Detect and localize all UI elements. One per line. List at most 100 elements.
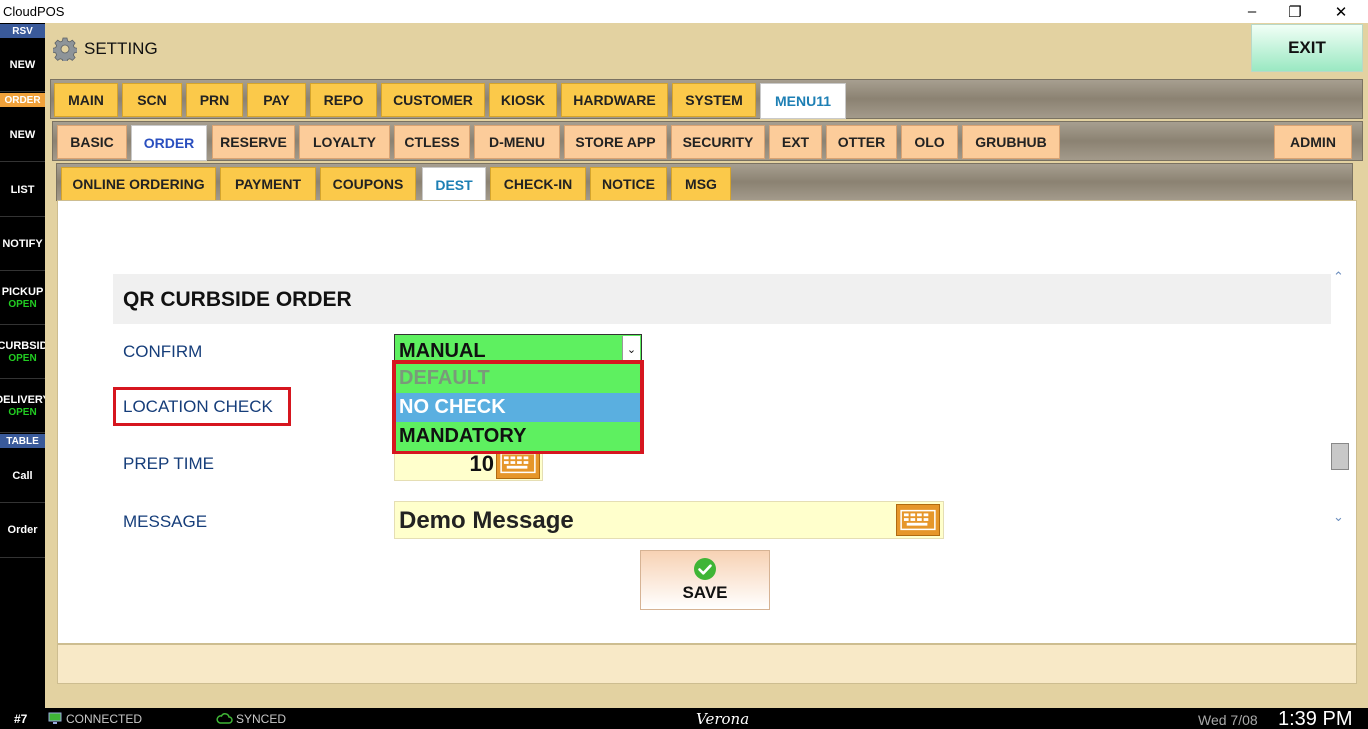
- tab-notice[interactable]: NOTICE: [590, 167, 667, 201]
- sync-status: SYNCED: [236, 712, 287, 726]
- tab-kiosk[interactable]: KIOSK: [489, 83, 557, 117]
- page-title: SETTING: [84, 39, 158, 58]
- station-number: #7: [14, 712, 28, 726]
- tab-prn[interactable]: PRN: [186, 83, 243, 117]
- app-title: CloudPOS: [3, 4, 65, 19]
- content-footer: [57, 644, 1357, 684]
- settings-panel: SETTING EXIT MAIN SCN PRN PAY REPO CUSTO…: [45, 23, 1368, 708]
- scroll-up-icon[interactable]: ⌃: [1333, 269, 1344, 285]
- minimize-button[interactable]: –: [1229, 0, 1275, 23]
- tab-basic[interactable]: BASIC: [57, 125, 127, 159]
- window-titlebar: CloudPOS – ❐ ✕: [0, 0, 1368, 23]
- tab-msg[interactable]: MSG: [671, 167, 731, 201]
- prep-time-value: 10: [469, 451, 494, 476]
- confirm-label: CONFIRM: [123, 342, 203, 361]
- sidebar-item-label: LIST: [10, 183, 35, 196]
- sidebar-header-rsv: RSV: [0, 24, 45, 38]
- tab-menu11[interactable]: MENU11: [760, 83, 846, 119]
- gear-icon: [53, 37, 77, 61]
- tab-security[interactable]: SECURITY: [671, 125, 765, 159]
- location-check-dropdown: DEFAULT NO CHECK MANDATORY: [392, 360, 644, 454]
- sidebar-item-table-order[interactable]: Order: [0, 503, 45, 558]
- location-check-label: LOCATION CHECK: [123, 397, 273, 416]
- check-icon: [694, 558, 716, 580]
- sidebar-item-label: CURBSID: [0, 339, 45, 352]
- sidebar-item-label: PICKUP: [1, 285, 44, 298]
- status-time: 1:39 PM: [1278, 708, 1353, 729]
- tab-olo[interactable]: OLO: [901, 125, 958, 159]
- tab-customer[interactable]: CUSTOMER: [381, 83, 485, 117]
- sidebar-item-label: NEW: [9, 128, 36, 141]
- sidebar-item-label: Order: [7, 524, 38, 536]
- sidebar-item-rsv-new[interactable]: NEW: [0, 39, 45, 92]
- tab-grubhub[interactable]: GRUBHUB: [962, 125, 1060, 159]
- close-button[interactable]: ✕: [1318, 0, 1364, 23]
- tab-scn[interactable]: SCN: [122, 83, 182, 117]
- message-field[interactable]: Demo Message: [394, 501, 944, 539]
- tab-coupons[interactable]: COUPONS: [320, 167, 416, 201]
- tab-otter[interactable]: OTTER: [826, 125, 897, 159]
- app-window: CloudPOS – ❐ ✕ RSV NEW ORDER NEW LIST NO…: [0, 0, 1368, 729]
- exit-button[interactable]: EXIT: [1251, 24, 1363, 72]
- sidebar-item-label: Call: [12, 469, 33, 482]
- chevron-down-icon[interactable]: ⌄: [622, 336, 640, 362]
- scroll-down-icon[interactable]: ⌄: [1333, 509, 1344, 525]
- tab-main[interactable]: MAIN: [54, 83, 118, 117]
- tab-payment[interactable]: PAYMENT: [220, 167, 316, 201]
- sidebar-header-order: ORDER: [0, 93, 45, 107]
- dropdown-option-default[interactable]: DEFAULT: [396, 364, 640, 393]
- message-label: MESSAGE: [123, 512, 208, 531]
- section-header: QR CURBSIDE ORDER: [113, 274, 1331, 324]
- tab-store-app[interactable]: STORE APP: [564, 125, 667, 159]
- tab-dest[interactable]: DEST: [422, 167, 486, 202]
- status-date: Wed 7/08: [1198, 712, 1258, 728]
- scroll-thumb[interactable]: [1331, 443, 1349, 470]
- tab-d-menu[interactable]: D-MENU: [474, 125, 560, 159]
- section-title: QR CURBSIDE ORDER: [123, 288, 352, 311]
- restore-button[interactable]: ❐: [1272, 0, 1318, 23]
- sidebar-item-order-new[interactable]: NEW: [0, 108, 45, 162]
- sidebar-item-curbside[interactable]: CURBSID OPEN: [0, 325, 45, 379]
- cloud-icon: [216, 713, 233, 724]
- save-button[interactable]: SAVE: [640, 550, 770, 610]
- status-bar: #7 CONNECTED SYNCED Verona Wed 7/08 1:39…: [0, 708, 1368, 729]
- sidebar-item-delivery[interactable]: DELIVERY OPEN: [0, 379, 45, 433]
- save-label: SAVE: [682, 583, 728, 602]
- prep-time-label: PREP TIME: [123, 454, 215, 473]
- connection-status: CONNECTED: [66, 712, 143, 726]
- keyboard-icon[interactable]: [896, 504, 940, 536]
- settings-header: SETTING EXIT: [45, 23, 1368, 75]
- sidebar-item-label: NOTIFY: [2, 237, 43, 250]
- sidebar-item-status: OPEN: [8, 406, 37, 418]
- tab-online-ordering[interactable]: ONLINE ORDERING: [61, 167, 216, 201]
- main-tab-bar: MAIN SCN PRN PAY REPO CUSTOMER KIOSK HAR…: [50, 79, 1363, 119]
- left-sidebar: RSV NEW ORDER NEW LIST NOTIFY PICKUP OPE…: [0, 23, 45, 708]
- tab-system[interactable]: SYSTEM: [672, 83, 756, 117]
- tab-loyalty[interactable]: LOYALTY: [299, 125, 390, 159]
- tab-ctless[interactable]: CTLESS: [394, 125, 470, 159]
- tab-admin[interactable]: ADMIN: [1274, 125, 1352, 159]
- store-name: Verona: [696, 710, 750, 728]
- tab-pay[interactable]: PAY: [247, 83, 306, 117]
- tab-repo[interactable]: REPO: [310, 83, 377, 117]
- settings-content: QR CURBSIDE ORDER CONFIRM MANUAL ⌄ LOCAT…: [57, 200, 1357, 644]
- message-value: Demo Message: [399, 507, 574, 534]
- vertical-scrollbar[interactable]: ⌃ ⌄: [1331, 261, 1351, 541]
- sidebar-item-label: DELIVERY: [0, 393, 45, 406]
- dropdown-option-mandatory[interactable]: MANDATORY: [396, 422, 640, 451]
- sidebar-item-call[interactable]: Call: [0, 449, 45, 503]
- sidebar-item-pickup[interactable]: PICKUP OPEN: [0, 271, 45, 325]
- tab-check-in[interactable]: CHECK-IN: [490, 167, 586, 201]
- tab-reserve[interactable]: RESERVE: [212, 125, 295, 159]
- tab-order[interactable]: ORDER: [131, 125, 207, 161]
- sub-tab-bar: BASIC ORDER RESERVE LOYALTY CTLESS D-MEN…: [52, 121, 1363, 161]
- sidebar-item-status: OPEN: [8, 352, 37, 364]
- sidebar-item-notify[interactable]: NOTIFY: [0, 217, 45, 271]
- monitor-icon: [48, 712, 62, 724]
- sidebar-header-table: TABLE: [0, 434, 45, 448]
- sidebar-item-list[interactable]: LIST: [0, 163, 45, 217]
- dropdown-option-no-check[interactable]: NO CHECK: [396, 393, 640, 422]
- sidebar-item-label: NEW: [9, 59, 36, 71]
- tab-ext[interactable]: EXT: [769, 125, 822, 159]
- tab-hardware[interactable]: HARDWARE: [561, 83, 668, 117]
